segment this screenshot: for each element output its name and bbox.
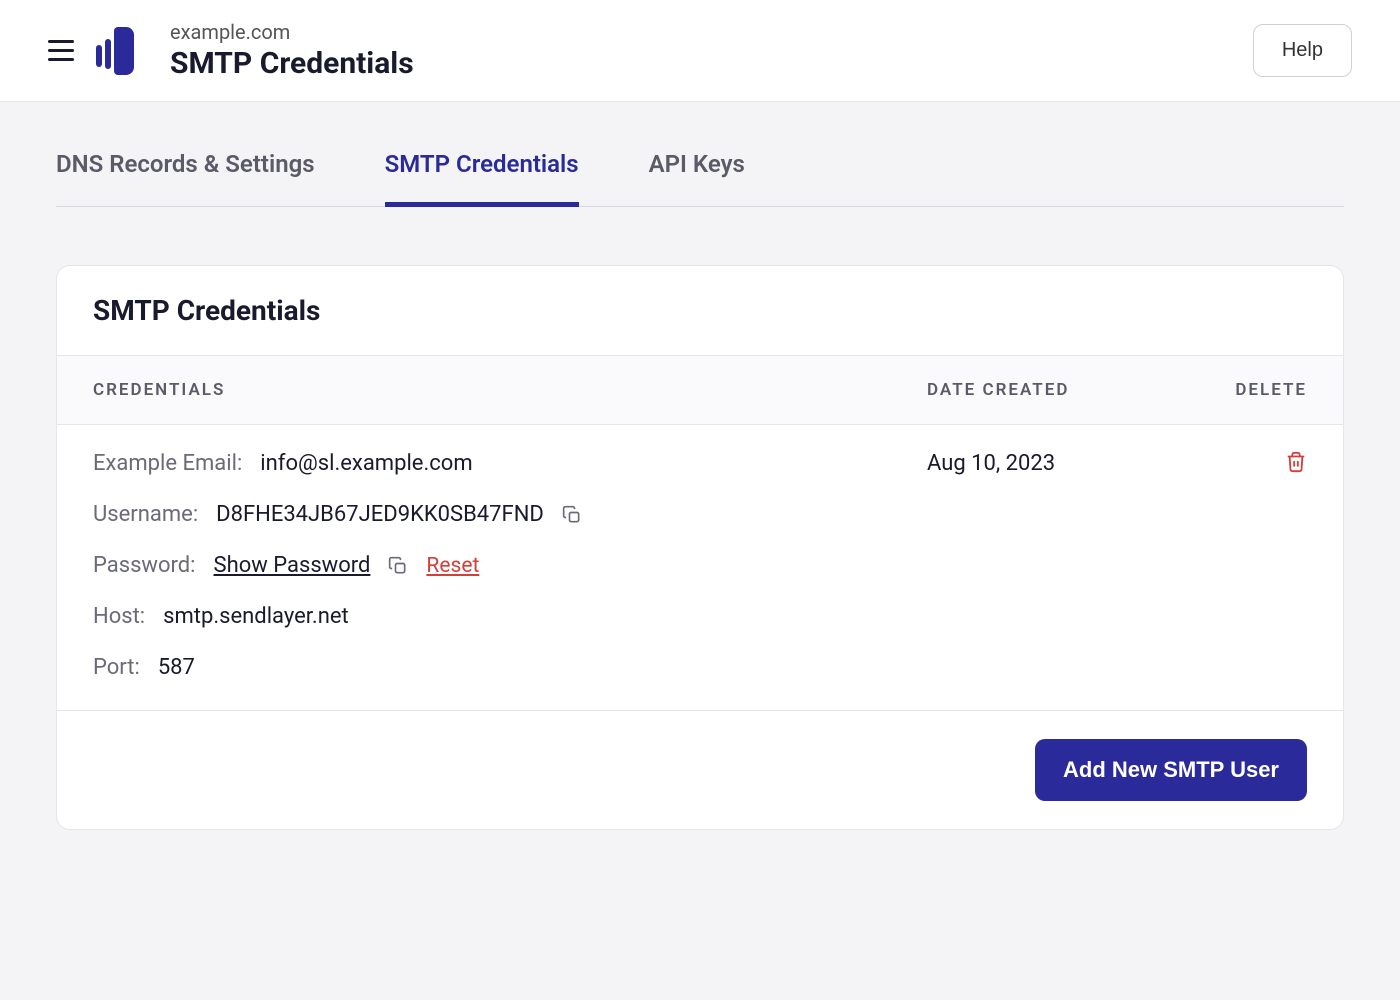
show-password-link[interactable]: Show Password — [214, 553, 371, 578]
tab-api-keys[interactable]: API Keys — [649, 150, 745, 207]
example-email-label: Example Email: — [93, 451, 242, 476]
tab-dns-records[interactable]: DNS Records & Settings — [56, 150, 315, 207]
tab-smtp-credentials[interactable]: SMTP Credentials — [385, 150, 579, 207]
domain-text: example.com — [170, 20, 414, 44]
password-line: Password: Show Password Reset — [93, 553, 927, 578]
column-date-created: DATE CREATED — [927, 380, 1187, 400]
copy-username-icon[interactable] — [562, 505, 582, 525]
port-value: 587 — [158, 655, 195, 680]
host-line: Host: smtp.sendlayer.net — [93, 604, 927, 629]
card-title: SMTP Credentials — [93, 294, 1307, 327]
trash-icon[interactable] — [1285, 451, 1307, 473]
title-block: example.com SMTP Credentials — [170, 20, 414, 81]
column-credentials: CREDENTIALS — [93, 380, 927, 400]
page-header: example.com SMTP Credentials Help — [0, 0, 1400, 102]
hamburger-menu-icon[interactable] — [48, 40, 74, 61]
column-delete: DELETE — [1187, 380, 1307, 400]
host-label: Host: — [93, 604, 145, 629]
header-left: example.com SMTP Credentials — [48, 20, 414, 81]
tabs-nav: DNS Records & Settings SMTP Credentials … — [56, 102, 1344, 207]
copy-password-icon[interactable] — [388, 556, 408, 576]
example-email-value: info@sl.example.com — [260, 451, 472, 476]
credential-details: Example Email: info@sl.example.com Usern… — [93, 451, 927, 680]
port-line: Port: 587 — [93, 655, 927, 680]
smtp-credentials-card: SMTP Credentials CREDENTIALS DATE CREATE… — [56, 265, 1344, 830]
page-title: SMTP Credentials — [170, 46, 414, 81]
example-email-line: Example Email: info@sl.example.com — [93, 451, 927, 476]
table-header: CREDENTIALS DATE CREATED DELETE — [57, 355, 1343, 425]
card-header: SMTP Credentials — [57, 266, 1343, 355]
delete-cell — [1187, 451, 1307, 680]
reset-password-link[interactable]: Reset — [426, 554, 479, 578]
port-label: Port: — [93, 655, 140, 680]
card-footer: Add New SMTP User — [57, 711, 1343, 829]
add-smtp-user-button[interactable]: Add New SMTP User — [1035, 739, 1307, 801]
table-row: Example Email: info@sl.example.com Usern… — [57, 425, 1343, 711]
help-button[interactable]: Help — [1253, 24, 1352, 77]
username-label: Username: — [93, 502, 198, 527]
date-created-value: Aug 10, 2023 — [927, 451, 1187, 680]
main-content: DNS Records & Settings SMTP Credentials … — [0, 102, 1400, 830]
username-line: Username: D8FHE34JB67JED9KK0SB47FND — [93, 502, 927, 527]
logo-icon — [96, 27, 134, 75]
username-value: D8FHE34JB67JED9KK0SB47FND — [216, 502, 544, 527]
host-value: smtp.sendlayer.net — [163, 604, 349, 629]
password-label: Password: — [93, 553, 196, 578]
